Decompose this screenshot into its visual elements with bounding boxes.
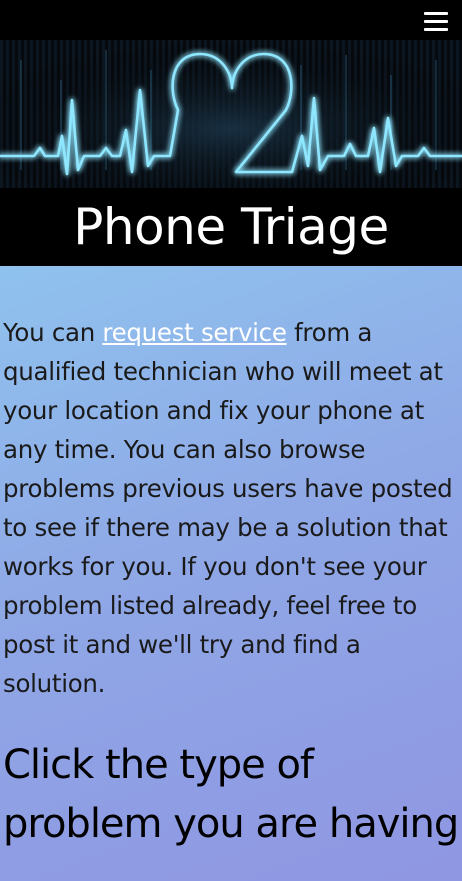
problem-type-heading: Click the type of problem you are having xyxy=(3,742,459,847)
page-header: Phone Triage xyxy=(0,188,462,266)
main-content: You can request service from a qualified… xyxy=(0,266,462,881)
menu-line xyxy=(424,28,448,31)
intro-text-after: from a qualified technician who will mee… xyxy=(3,318,453,698)
request-service-link[interactable]: request service xyxy=(102,318,286,347)
menu-line xyxy=(424,20,448,23)
top-bar xyxy=(0,0,462,40)
menu-line xyxy=(424,12,448,15)
page-title: Phone Triage xyxy=(73,198,389,256)
heartbeat-banner-image xyxy=(0,40,462,188)
hamburger-menu-icon[interactable] xyxy=(424,6,450,34)
heartbeat-heart-icon xyxy=(0,40,462,188)
intro-paragraph: You can request service from a qualified… xyxy=(3,313,459,703)
intro-text-before: You can xyxy=(3,318,103,347)
